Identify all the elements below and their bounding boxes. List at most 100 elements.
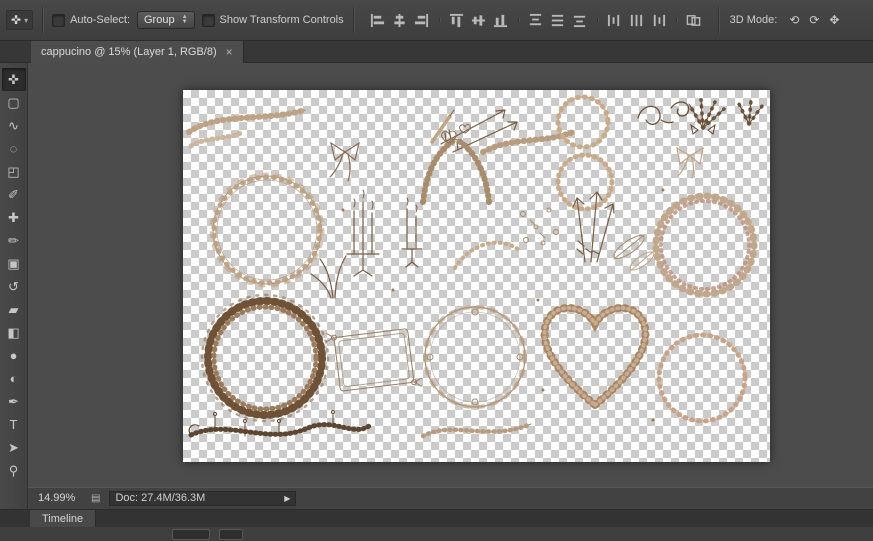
lasso-tool-icon[interactable]: ∿ bbox=[2, 114, 26, 137]
align-group-2 bbox=[442, 11, 516, 29]
swirl-flourishes bbox=[637, 101, 690, 125]
canvas-area[interactable] bbox=[28, 63, 873, 487]
auto-select-scope-value: Group bbox=[144, 14, 175, 26]
garland-top-left bbox=[186, 107, 308, 149]
current-tool-badge[interactable]: ✜ ▾ bbox=[6, 10, 34, 30]
rectangular-marquee-tool-icon[interactable]: ▢ bbox=[2, 91, 26, 114]
zoom-level[interactable]: 14.99% bbox=[38, 492, 82, 504]
auto-select-label: Auto-Select: bbox=[70, 14, 130, 26]
canvas-artwork-floral-doodles bbox=[186, 94, 764, 439]
separator bbox=[517, 18, 519, 22]
distribute-left-edges-icon[interactable] bbox=[605, 11, 625, 29]
align-group-3 bbox=[521, 11, 595, 29]
candles bbox=[346, 189, 423, 277]
align-bottom-edges-icon[interactable] bbox=[491, 11, 511, 29]
wreath-right bbox=[652, 192, 758, 298]
zoom-tool-icon[interactable]: ⚲ bbox=[2, 459, 26, 482]
3d-roll-icon[interactable]: ⟳ bbox=[804, 11, 824, 29]
3d-mode-label: 3D Mode: bbox=[729, 14, 778, 26]
type-tool-icon[interactable]: T bbox=[2, 413, 26, 436]
fern-pair-with-hearts bbox=[420, 124, 492, 205]
floral-circle-top bbox=[555, 94, 615, 212]
3d-drag-icon[interactable]: ✥ bbox=[824, 11, 844, 29]
separator bbox=[438, 18, 440, 22]
auto-select-scope-dropdown[interactable]: Group ▲ ▼ bbox=[137, 11, 195, 29]
brush-tool-icon[interactable]: ✏ bbox=[2, 229, 26, 252]
history-brush-tool-icon[interactable]: ↺ bbox=[2, 275, 26, 298]
clone-stamp-tool-icon[interactable]: ▣ bbox=[2, 252, 26, 275]
3d-mode-icons: ⟲ ⟳ ✥ bbox=[784, 11, 844, 29]
scattered-flowers bbox=[520, 207, 559, 246]
document-tab-bar: cappucino @ 15% (Layer 1, RGB/8) × bbox=[0, 41, 873, 63]
timeline-body bbox=[0, 527, 873, 541]
options-bar: ✜ ▾ Auto-Select: Group ▲ ▼ Show Transform… bbox=[0, 0, 873, 41]
floral-clusters-top-right bbox=[687, 98, 764, 135]
align-vertical-centers-icon[interactable] bbox=[469, 11, 489, 29]
status-bar: 14.99% ▤ Doc: 27.4M/36.3M ▶ bbox=[28, 487, 873, 509]
gradient-tool-icon[interactable]: ◧ bbox=[2, 321, 26, 344]
auto-select-checkbox[interactable] bbox=[52, 13, 66, 27]
alignment-icon-groups bbox=[363, 11, 709, 29]
quick-selection-tool-icon[interactable]: ◌ bbox=[2, 137, 26, 160]
align-top-edges-icon[interactable] bbox=[447, 11, 467, 29]
arrow-fan bbox=[572, 191, 615, 263]
wreath-center bbox=[423, 305, 527, 409]
timeline-panel: Timeline bbox=[0, 509, 873, 541]
wreath-small-right bbox=[656, 332, 748, 424]
wreath-left bbox=[209, 172, 325, 288]
separator bbox=[675, 18, 677, 22]
distribute-right-edges-icon[interactable] bbox=[649, 11, 669, 29]
crop-tool-icon[interactable]: ◰ bbox=[2, 160, 26, 183]
distribute-vertical-centers-icon[interactable] bbox=[548, 11, 568, 29]
distribute-bottom-edges-icon[interactable] bbox=[570, 11, 590, 29]
dodge-tool-icon[interactable]: ◐ bbox=[2, 367, 26, 390]
align-horizontal-centers-icon[interactable] bbox=[390, 11, 410, 29]
3d-orbit-icon[interactable]: ⟲ bbox=[784, 11, 804, 29]
distribute-top-edges-icon[interactable] bbox=[526, 11, 546, 29]
status-menu-arrow-icon[interactable]: ▶ bbox=[284, 494, 290, 503]
tools-panel: ✜ ▢ ∿ ◌ ◰ ✐ ✚ ✏ ▣ ↺ ▰ ◧ ● ◐ ✒ T ➤ ⚲ bbox=[0, 63, 28, 509]
separator bbox=[596, 18, 598, 22]
pen-tool-icon[interactable]: ✒ bbox=[2, 390, 26, 413]
path-selection-tool-icon[interactable]: ➤ bbox=[2, 436, 26, 459]
garland-bottom-center bbox=[420, 421, 534, 439]
move-tool-icon: ✜ bbox=[11, 13, 22, 27]
align-group-5 bbox=[679, 11, 709, 29]
timeline-tab-row: Timeline bbox=[0, 510, 873, 527]
align-group-1 bbox=[363, 11, 437, 29]
eraser-tool-icon[interactable]: ▰ bbox=[2, 298, 26, 321]
blur-tool-icon[interactable]: ● bbox=[2, 344, 26, 367]
distribute-horizontal-centers-icon[interactable] bbox=[627, 11, 647, 29]
document-canvas[interactable] bbox=[183, 90, 770, 462]
show-transform-controls-label: Show Transform Controls bbox=[219, 14, 344, 26]
ribbon-frame bbox=[325, 328, 423, 392]
document-tab[interactable]: cappucino @ 15% (Layer 1, RGB/8) × bbox=[31, 41, 244, 63]
timeline-control[interactable] bbox=[172, 528, 210, 540]
align-group-4 bbox=[600, 11, 674, 29]
dropdown-stepper-icon: ▲ ▼ bbox=[181, 14, 188, 25]
grass-tuft bbox=[310, 255, 347, 299]
auto-align-layers-icon[interactable] bbox=[684, 11, 704, 29]
feathers bbox=[613, 234, 655, 272]
document-tab-title: cappucino @ 15% (Layer 1, RGB/8) bbox=[41, 46, 217, 58]
separator bbox=[352, 7, 354, 33]
dotted-trail bbox=[453, 240, 521, 270]
eyedropper-tool-icon[interactable]: ✐ bbox=[2, 183, 26, 206]
align-left-edges-icon[interactable] bbox=[368, 11, 388, 29]
separator bbox=[717, 7, 719, 33]
tool-preset-caret-icon: ▾ bbox=[24, 15, 29, 25]
wreath-dense-bottom-left bbox=[200, 293, 330, 423]
doc-size-info: Doc: 27.4M/36.3M bbox=[115, 492, 206, 504]
timeline-tab-label: Timeline bbox=[42, 512, 84, 525]
doc-preview-icon: ▤ bbox=[91, 492, 101, 504]
tab-timeline[interactable]: Timeline bbox=[30, 510, 97, 527]
heart-wreath bbox=[540, 304, 650, 411]
tab-close-icon[interactable]: × bbox=[226, 45, 233, 59]
timeline-control[interactable] bbox=[219, 528, 243, 540]
healing-brush-tool-icon[interactable]: ✚ bbox=[2, 206, 26, 229]
align-right-edges-icon[interactable] bbox=[412, 11, 432, 29]
move-tool-icon[interactable]: ✜ bbox=[1, 68, 26, 91]
doc-info-strip: Doc: 27.4M/36.3M ▶ bbox=[109, 490, 297, 506]
ribbon-bow-left bbox=[329, 141, 360, 182]
show-transform-controls-checkbox[interactable] bbox=[201, 13, 215, 27]
